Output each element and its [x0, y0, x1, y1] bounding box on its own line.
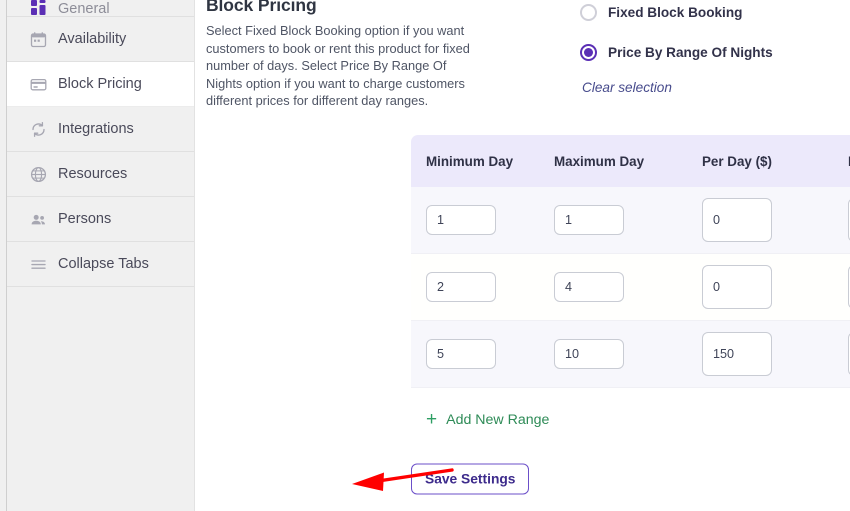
add-new-range-label: Add New Range [446, 411, 550, 428]
section-header-row: Block Pricing Select Fixed Block Booking… [195, 0, 850, 110]
sidebar-item-block-pricing[interactable]: Block Pricing [7, 62, 194, 107]
grid-icon [30, 0, 47, 16]
plus-icon: + [426, 408, 438, 430]
sidebar-item-label: Persons [58, 210, 112, 227]
main-content: Block Pricing Select Fixed Block Booking… [195, 0, 850, 511]
column-header-per-day: Per Day ($) [702, 153, 772, 169]
radio-icon-unselected[interactable] [580, 3, 597, 21]
maximum-day-input[interactable] [554, 205, 624, 235]
cell-minimum-day [411, 339, 554, 369]
app-root: General Availability Block Pricing Integ… [0, 0, 850, 511]
radio-label: Price By Range Of Nights [608, 44, 773, 60]
cell-maximum-day [554, 205, 702, 235]
cell-maximum-day [554, 272, 702, 302]
sidebar-item-label: Collapse Tabs [58, 255, 149, 272]
cell-per-day [702, 265, 848, 309]
sidebar-item-label: Resources [58, 165, 128, 182]
page-title: Block Pricing [206, 0, 317, 15]
sidebar-item-label: General [58, 0, 110, 17]
pricing-ranges-table: Minimum Day Maximum Day Per Day ($) Fixe… [411, 135, 850, 451]
sidebar-item-label: Integrations [58, 120, 134, 137]
calendar-icon [30, 31, 47, 48]
pricing-mode-radio-group: Fixed Block Booking Price By Range Of Ni… [580, 0, 773, 95]
sidebar-item-collapse-tabs[interactable]: Collapse Tabs [7, 242, 194, 287]
column-header-maximum-day: Maximum Day [554, 153, 645, 169]
page-description: Select Fixed Block Booking option if you… [206, 23, 470, 109]
minimum-day-input[interactable] [426, 205, 496, 235]
block-pricing-intro: Block Pricing Select Fixed Block Booking… [206, 0, 474, 110]
sidebar-item-label: Block Pricing [58, 75, 142, 92]
per-day-input[interactable] [702, 332, 772, 376]
minimum-day-input[interactable] [426, 339, 496, 369]
table-row: Delete [411, 321, 850, 388]
hamburger-icon [30, 256, 47, 273]
sidebar-item-availability[interactable]: Availability [7, 17, 194, 62]
people-icon [30, 211, 47, 228]
per-day-input[interactable] [702, 198, 772, 242]
globe-icon [30, 166, 47, 183]
sidebar-item-integrations[interactable]: Integrations [7, 107, 194, 152]
table-header-row: Minimum Day Maximum Day Per Day ($) Fixe… [411, 135, 850, 187]
radio-option-fixed-block-booking[interactable]: Fixed Block Booking [580, 0, 773, 24]
per-day-input[interactable] [702, 265, 772, 309]
cell-maximum-day [554, 339, 702, 369]
cell-minimum-day [411, 205, 554, 235]
sidebar-item-general[interactable]: General [7, 0, 194, 17]
sidebar-item-label: Availability [58, 30, 127, 47]
cell-per-day [702, 332, 848, 376]
cell-minimum-day [411, 272, 554, 302]
page-scroll-gutter[interactable] [0, 0, 7, 511]
sidebar-item-persons[interactable]: Persons [7, 197, 194, 242]
add-new-range-button[interactable]: + Add New Range [411, 388, 850, 451]
maximum-day-input[interactable] [554, 339, 624, 369]
radio-option-price-by-range-of-nights[interactable]: Price By Range Of Nights [580, 40, 773, 64]
table-row: Delete [411, 254, 850, 321]
maximum-day-input[interactable] [554, 272, 624, 302]
radio-icon-selected[interactable] [580, 43, 597, 61]
settings-sidebar: General Availability Block Pricing Integ… [7, 0, 195, 511]
save-settings-button[interactable]: Save Settings [411, 463, 530, 495]
radio-label: Fixed Block Booking [608, 4, 743, 20]
sync-icon [30, 121, 47, 138]
clear-selection-link[interactable]: Clear selection [582, 80, 773, 95]
column-header-minimum-day: Minimum Day [426, 153, 514, 169]
table-row: Delete [411, 187, 850, 254]
card-icon [30, 76, 47, 93]
cell-per-day [702, 198, 848, 242]
sidebar-item-resources[interactable]: Resources [7, 152, 194, 197]
minimum-day-input[interactable] [426, 272, 496, 302]
